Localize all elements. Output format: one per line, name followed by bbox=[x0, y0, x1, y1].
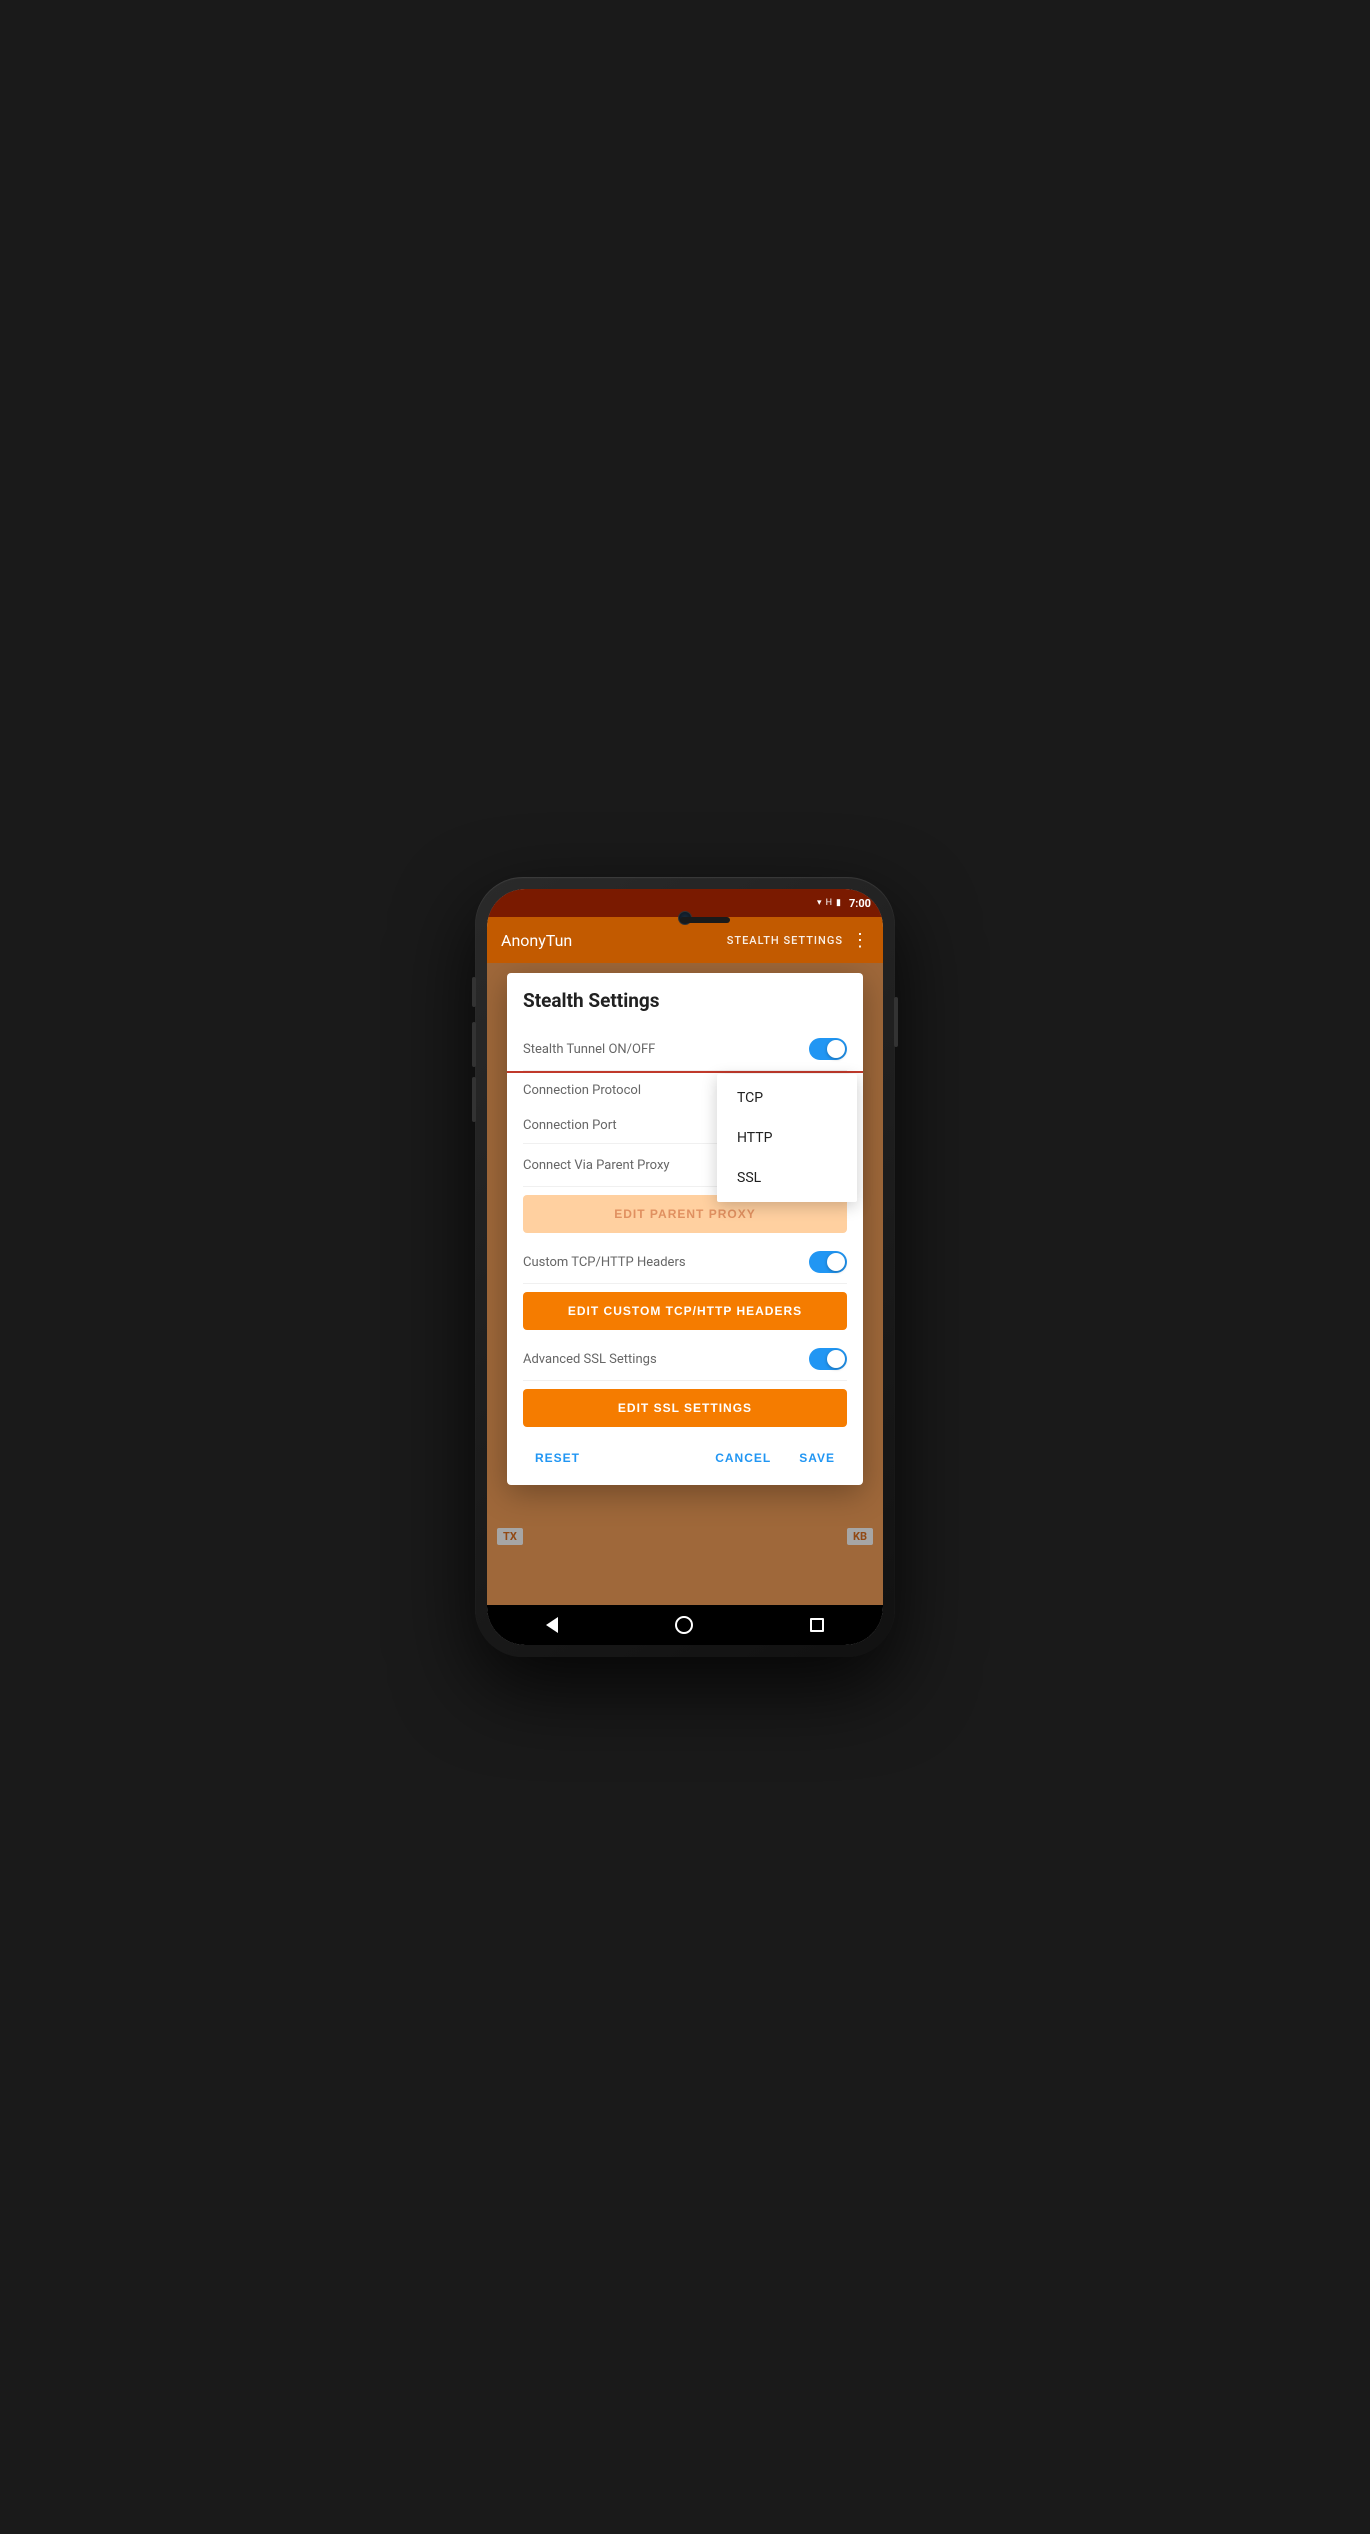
protocol-dropdown-menu: TCP HTTP SSL bbox=[717, 1074, 857, 1202]
phone-screen: ▾ H ▮ 7:00 AnonyTun STEALTH SETTINGS ⋮ bbox=[487, 889, 883, 1645]
advanced-ssl-toggle[interactable] bbox=[809, 1348, 847, 1370]
home-icon bbox=[675, 1616, 693, 1634]
connection-protocol-row: Connection Protocol ▼ TCP HTTP SSL bbox=[523, 1073, 847, 1108]
custom-tcp-label: Custom TCP/HTTP Headers bbox=[523, 1255, 686, 1270]
power-button[interactable] bbox=[894, 997, 898, 1047]
stealth-tunnel-row: Stealth Tunnel ON/OFF bbox=[523, 1028, 847, 1071]
reset-button[interactable]: RESET bbox=[523, 1443, 592, 1473]
dropdown-option-tcp[interactable]: TCP bbox=[717, 1078, 857, 1118]
content-area: TX KB Stealth Settings Stealth Tunnel ON… bbox=[487, 963, 883, 1605]
volume-up-button[interactable] bbox=[472, 977, 476, 1007]
app-bar-actions: STEALTH SETTINGS ⋮ bbox=[727, 930, 869, 951]
battery-icon: ▮ bbox=[836, 898, 841, 908]
dropdown-option-ssl[interactable]: SSL bbox=[717, 1158, 857, 1198]
advanced-ssl-label: Advanced SSL Settings bbox=[523, 1352, 657, 1367]
wifi-icon: ▾ bbox=[817, 898, 822, 908]
dialog-title: Stealth Settings bbox=[523, 989, 847, 1012]
advanced-ssl-knob bbox=[827, 1350, 845, 1368]
dropdown-option-http[interactable]: HTTP bbox=[717, 1118, 857, 1158]
back-button[interactable] bbox=[546, 1617, 558, 1633]
status-time: 7:00 bbox=[849, 897, 871, 910]
connection-protocol-label: Connection Protocol bbox=[523, 1083, 641, 1098]
volume-down-button[interactable] bbox=[472, 1022, 476, 1067]
custom-tcp-knob bbox=[827, 1253, 845, 1271]
stealth-settings-dialog: Stealth Settings Stealth Tunnel ON/OFF C… bbox=[507, 973, 863, 1485]
advanced-ssl-row: Advanced SSL Settings bbox=[523, 1338, 847, 1381]
recent-icon bbox=[810, 1618, 824, 1632]
more-options-icon[interactable]: ⋮ bbox=[851, 930, 869, 951]
save-button[interactable]: SAVE bbox=[787, 1443, 847, 1473]
custom-tcp-toggle[interactable] bbox=[809, 1251, 847, 1273]
toggle-knob bbox=[827, 1040, 845, 1058]
back-icon bbox=[546, 1617, 558, 1633]
protocol-dropdown-container: ▼ TCP HTTP SSL bbox=[835, 1084, 847, 1098]
edit-ssl-settings-button[interactable]: EDIT SSL SETTINGS bbox=[523, 1389, 847, 1427]
custom-tcp-row: Custom TCP/HTTP Headers bbox=[523, 1241, 847, 1284]
connection-port-label: Connection Port bbox=[523, 1118, 617, 1133]
silent-button[interactable] bbox=[472, 1077, 476, 1122]
phone-device: ▾ H ▮ 7:00 AnonyTun STEALTH SETTINGS ⋮ bbox=[475, 877, 895, 1657]
signal-icon: H bbox=[826, 898, 832, 908]
dialog-actions: RESET CANCEL SAVE bbox=[523, 1435, 847, 1473]
speaker-icon bbox=[680, 917, 730, 923]
stealth-tunnel-label: Stealth Tunnel ON/OFF bbox=[523, 1042, 655, 1057]
section-label: STEALTH SETTINGS bbox=[727, 934, 843, 947]
edit-custom-tcp-button[interactable]: EDIT CUSTOM TCP/HTTP HEADERS bbox=[523, 1292, 847, 1330]
screen-content: ▾ H ▮ 7:00 AnonyTun STEALTH SETTINGS ⋮ bbox=[487, 889, 883, 1645]
parent-proxy-label: Connect Via Parent Proxy bbox=[523, 1158, 670, 1173]
status-icons: ▾ H ▮ 7:00 bbox=[817, 897, 871, 910]
home-button[interactable] bbox=[675, 1616, 693, 1634]
cancel-button[interactable]: CANCEL bbox=[703, 1443, 783, 1473]
recent-button[interactable] bbox=[810, 1618, 824, 1632]
nav-bar bbox=[487, 1605, 883, 1645]
app-title: AnonyTun bbox=[501, 931, 727, 950]
stealth-tunnel-toggle[interactable] bbox=[809, 1038, 847, 1060]
